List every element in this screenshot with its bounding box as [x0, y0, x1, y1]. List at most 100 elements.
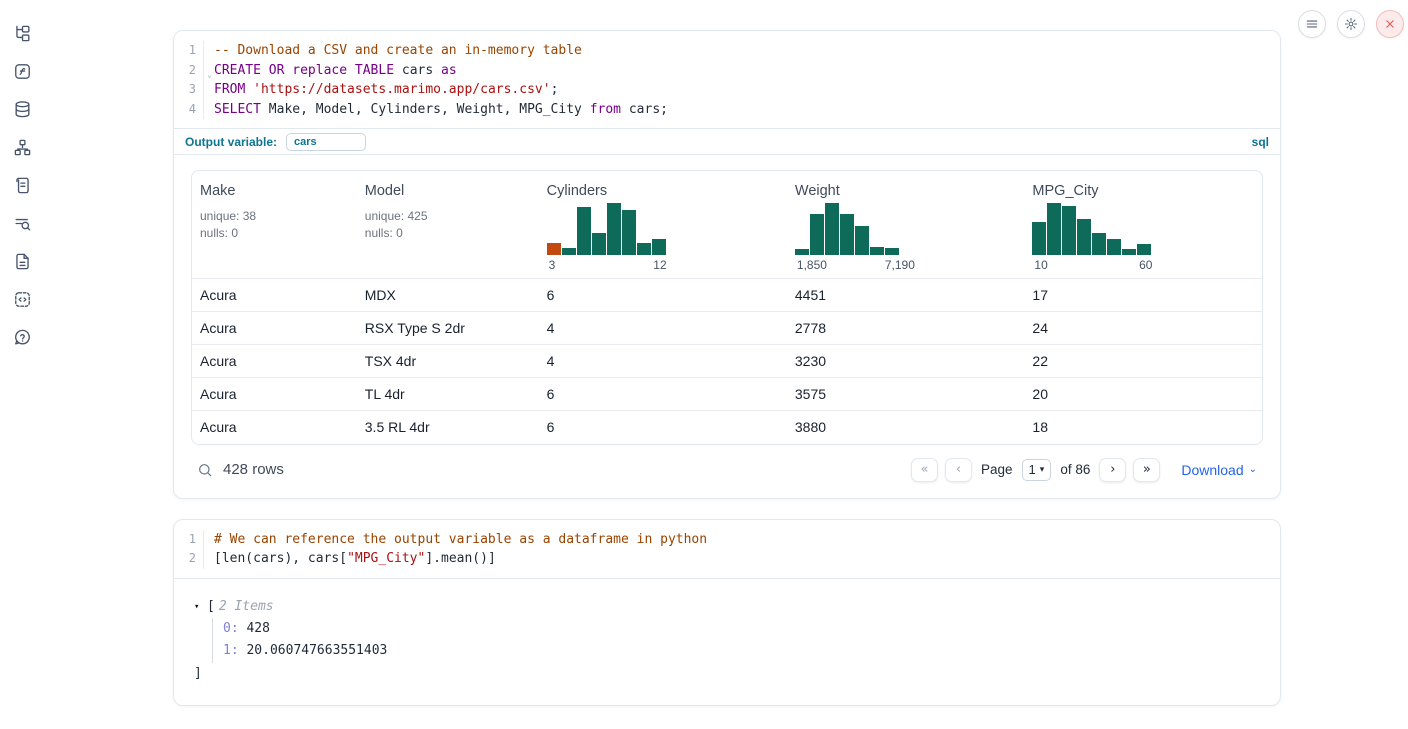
code-token: OR	[269, 63, 285, 78]
first-page-button[interactable]: «	[911, 458, 938, 482]
python-cell-output: ▾[ 2 Items 0: 4281: 20.060747663551403 ]	[174, 578, 1280, 705]
stat-line: nulls: 0	[365, 225, 531, 242]
histogram-axis-labels: 312	[547, 258, 671, 272]
table-row: Acura3.5 RL 4dr6388018	[192, 411, 1262, 444]
sql-editor[interactable]: 1-- Download a CSV and create an in-memo…	[174, 31, 1280, 128]
shutdown-button[interactable]	[1376, 10, 1404, 38]
table-cell: 24	[1024, 312, 1262, 345]
code-line: 2⌄CREATE OR replace TABLE cars as	[174, 61, 1280, 81]
table-cell: 3575	[787, 378, 1025, 411]
code-token: as	[441, 63, 457, 78]
table-cell: 6	[539, 378, 787, 411]
list-items: 0: 4281: 20.060747663551403	[212, 618, 1260, 663]
axis-max-label: 60	[1139, 258, 1152, 272]
table-cell: 3880	[787, 411, 1025, 444]
code-token: cars	[394, 63, 441, 78]
histogram-bar	[592, 233, 606, 255]
datasources-icon[interactable]	[12, 99, 32, 119]
item-value: 20.060747663551403	[246, 643, 387, 658]
histogram-bar	[1062, 206, 1076, 255]
logs-icon[interactable]	[12, 213, 32, 233]
notebook: 1-- Download a CSV and create an in-memo…	[173, 30, 1281, 706]
code-token: FROM	[214, 82, 245, 97]
chevron-down-icon: ⌄	[1249, 464, 1257, 475]
histogram-bar	[622, 210, 636, 255]
histogram-bar	[637, 243, 651, 255]
prev-page-button[interactable]: ‹	[945, 458, 972, 482]
code-line: 4SELECT Make, Model, Cylinders, Weight, …	[174, 100, 1280, 120]
menu-button[interactable]	[1298, 10, 1326, 38]
last-page-button[interactable]: »	[1133, 458, 1160, 482]
line-number: 3	[174, 80, 204, 100]
code-token: [len(cars), cars[	[214, 551, 347, 566]
column-histogram: 1,8507,190	[795, 203, 919, 272]
outline-icon[interactable]	[12, 175, 32, 195]
table-row: AcuraRSX Type S 2dr4277824	[192, 312, 1262, 345]
code-token: SELECT	[214, 102, 261, 117]
file-explorer-icon[interactable]	[12, 23, 32, 43]
close-bracket: ]	[194, 663, 1260, 685]
histogram-bar	[1137, 244, 1151, 255]
histogram-bars	[547, 203, 671, 255]
code-token: ;	[551, 82, 559, 97]
code-token: 'https://datasets.marimo.app/cars.csv'	[253, 82, 550, 97]
table-search[interactable]: 428 rows	[197, 461, 284, 478]
page-number-select[interactable]: 1 ▾	[1022, 459, 1052, 481]
next-page-button[interactable]: ›	[1099, 458, 1126, 482]
column-name: Weight	[795, 183, 1017, 199]
data-table: Makeunique: 38nulls: 0Modelunique: 425nu…	[191, 170, 1263, 445]
column-header-make[interactable]: Makeunique: 38nulls: 0	[192, 171, 357, 279]
column-header-cylinders[interactable]: Cylinders312	[539, 171, 787, 279]
output-variable-input[interactable]	[286, 133, 366, 151]
table-footer: 428 rows « ‹ Page 1 ▾ of 86 › » Download	[191, 445, 1263, 488]
variables-icon[interactable]	[12, 61, 32, 81]
close-icon	[1383, 17, 1397, 31]
code-token: ].mean()]	[425, 551, 495, 566]
code-token: replace	[292, 63, 347, 78]
documentation-icon[interactable]	[12, 251, 32, 271]
help-icon[interactable]	[12, 327, 32, 347]
table-cell: MDX	[357, 279, 539, 312]
dependencies-icon[interactable]	[12, 137, 32, 157]
download-button[interactable]: Download ⌄	[1181, 462, 1257, 478]
line-number: 4	[174, 100, 204, 120]
column-header-weight[interactable]: Weight 1,8507,190	[787, 171, 1025, 279]
row-count: 428 rows	[223, 461, 284, 478]
code-token: # We can reference the output variable a…	[214, 532, 707, 547]
sql-cell: 1-- Download a CSV and create an in-memo…	[173, 30, 1281, 499]
snippets-icon[interactable]	[12, 289, 32, 309]
table-cell: 20	[1024, 378, 1262, 411]
column-header-model[interactable]: Modelunique: 425nulls: 0	[357, 171, 539, 279]
histogram-bar	[840, 214, 854, 255]
histogram-bar	[607, 203, 621, 255]
open-bracket: [	[207, 596, 215, 618]
table-cell: 6	[539, 411, 787, 444]
axis-min-label: 3	[549, 258, 556, 272]
histogram-axis-labels: 1060	[1032, 258, 1156, 272]
histogram-bar	[1107, 239, 1121, 255]
table-cell: 3230	[787, 345, 1025, 378]
table-cell: Acura	[192, 378, 357, 411]
histogram-axis-labels: 1,8507,190	[795, 258, 919, 272]
settings-button[interactable]	[1337, 10, 1365, 38]
code-text: CREATE OR replace TABLE cars as	[204, 61, 457, 81]
table-row: AcuraTSX 4dr4323022	[192, 345, 1262, 378]
axis-max-label: 7,190	[885, 258, 915, 272]
histogram-bars	[1032, 203, 1156, 255]
pagination: « ‹ Page 1 ▾ of 86 › » Download ⌄	[911, 458, 1257, 482]
code-token: TABLE	[355, 63, 394, 78]
fold-chevron-icon[interactable]: ⌄	[207, 65, 212, 85]
collapse-chevron-icon[interactable]: ▾	[194, 596, 207, 618]
line-number: 1	[174, 41, 204, 61]
page-total-label: of 86	[1060, 462, 1090, 477]
column-name: MPG_City	[1032, 183, 1254, 199]
column-header-mpg_city[interactable]: MPG_City 1060	[1024, 171, 1262, 279]
table-cell: 17	[1024, 279, 1262, 312]
column-histogram: 1060	[1032, 203, 1156, 272]
stat-line: unique: 38	[200, 208, 349, 225]
histogram-bar	[577, 207, 591, 255]
gear-icon	[1344, 17, 1358, 31]
table-cell: Acura	[192, 345, 357, 378]
python-editor[interactable]: 1# We can reference the output variable …	[174, 520, 1280, 578]
histogram-bar	[885, 248, 899, 255]
